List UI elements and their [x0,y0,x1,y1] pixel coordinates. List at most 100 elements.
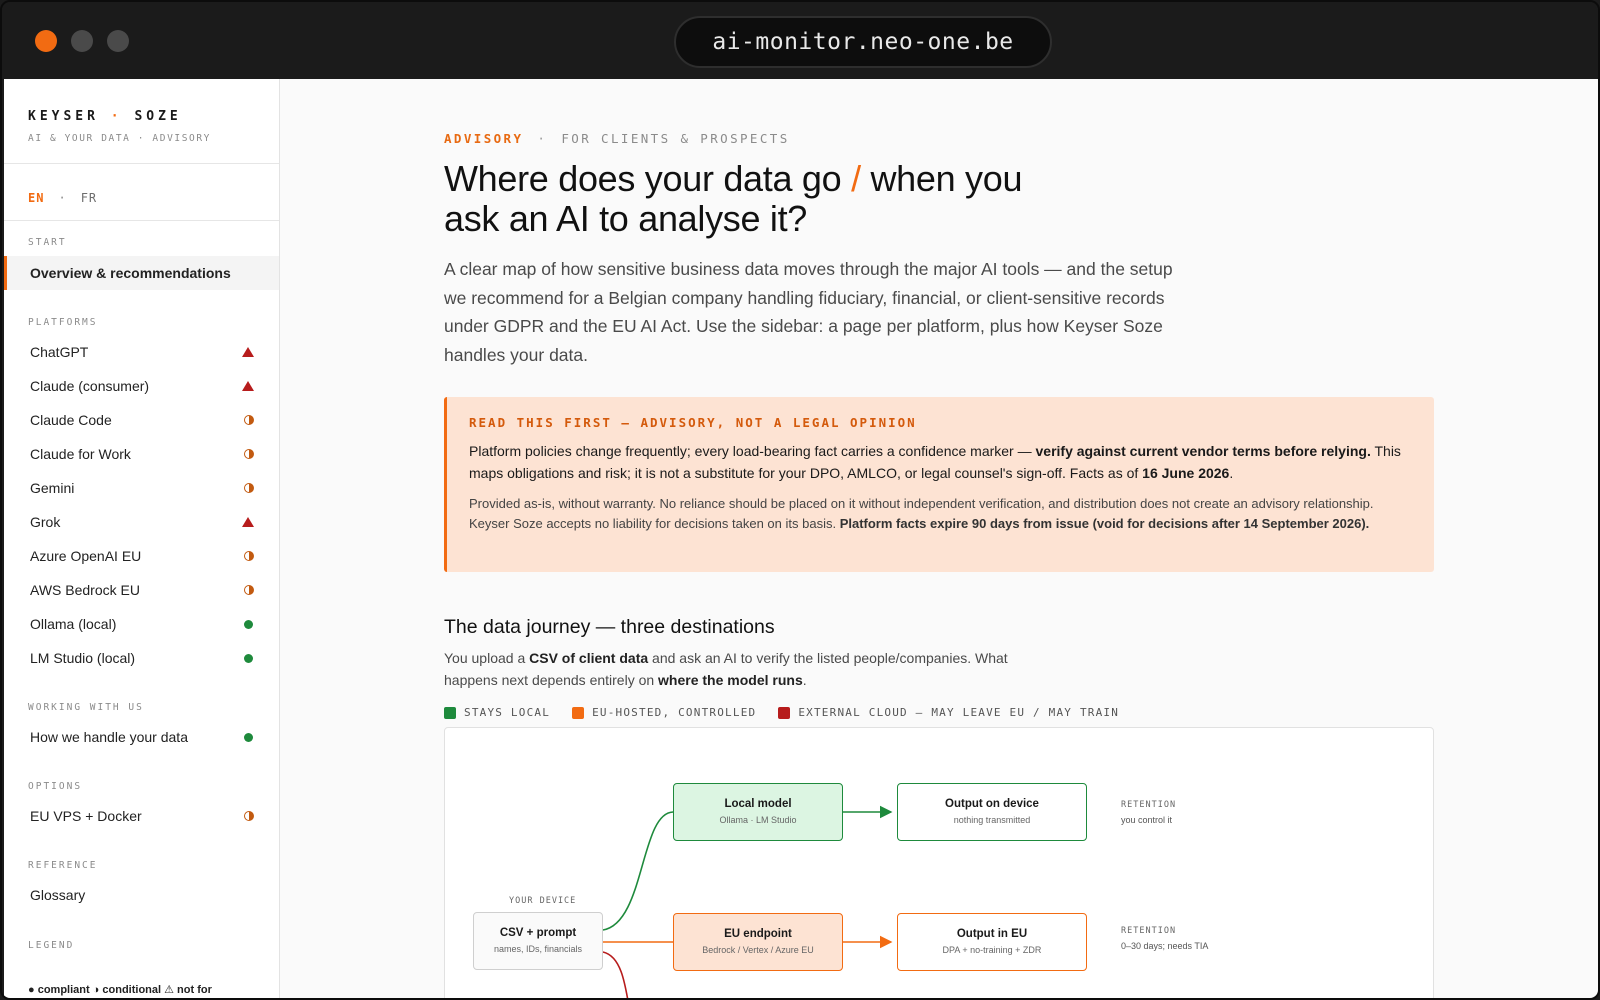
callout-fine-print: Provided as-is, without warranty. No rel… [469,494,1412,534]
sidebar-divider [4,163,279,164]
sidebar-item-label: Ollama (local) [30,616,117,632]
half-circle-icon [244,449,254,459]
sidebar-item-label: Grok [30,514,61,530]
section-label-legend: LEGEND [28,940,75,951]
sidebar-divider [4,220,279,221]
node-source: CSV + prompt names, IDs, financials [473,912,603,970]
eyebrow-tag: ADVISORY [444,131,524,146]
node-eu-output: Output in EU DPA + no-training + ZDR [897,913,1087,971]
lang-fr[interactable]: FR [81,191,97,205]
retention-label: RETENTION [1121,926,1177,936]
legend-item-local: STAYS LOCAL [444,706,550,719]
legend-item-eu: EU-HOSTED, CONTROLLED [572,706,756,719]
legend-item-external: EXTERNAL CLOUD — MAY LEAVE EU / MAY TRAI… [778,706,1119,719]
retention-value: you control it [1121,815,1173,825]
sidebar-item-overview[interactable]: Overview & recommendations [4,256,279,290]
section-label-options: OPTIONS [28,781,83,792]
node-subtitle: DPA + no-training + ZDR [942,945,1042,955]
sidebar-item-label: Gemini [30,480,75,496]
warning-icon [242,381,254,391]
node-eu-endpoint: EU endpoint Bedrock / Vertex / Azure EU [673,913,843,971]
window-titlebar: ai-monitor.neo-one.be [2,2,1598,79]
sidebar-item-label: AWS Bedrock EU [30,582,140,598]
fine-print-emphasis: Platform facts expire 90 days from issue… [839,516,1370,531]
legend-swatch [572,706,585,719]
intro-text: You upload a [444,650,530,666]
sidebar-item-aws-bedrock-eu[interactable]: AWS Bedrock EU [4,573,279,607]
legend-label: STAYS LOCAL [464,706,551,719]
page-title: Where does your data go / when you ask a… [444,159,1084,239]
brand-left: KEYSER [28,109,99,124]
sidebar-item-label: Claude (consumer) [30,378,150,394]
sidebar-item-label: How we handle your data [30,729,188,745]
connector-external [602,951,629,998]
language-switcher: EN · FR [28,191,97,205]
retention-label: RETENTION [1121,800,1177,810]
brand-subtitle: AI & YOUR DATA · ADVISORY [28,133,211,144]
sidebar-item-azure-openai-eu[interactable]: Azure OpenAI EU [4,539,279,573]
check-dot-icon [244,620,253,629]
sidebar-item-eu-vps-docker[interactable]: EU VPS + Docker [4,799,279,833]
node-title: EU endpoint [724,928,792,940]
node-title: Output in EU [956,928,1028,940]
sidebar-item-claude-code[interactable]: Claude Code [4,403,279,437]
sidebar-item-glossary[interactable]: Glossary [4,878,279,912]
section-label-start: START [28,237,67,248]
close-window-button[interactable] [35,30,57,52]
callout-text: . [1229,465,1234,481]
warning-icon [242,517,254,527]
node-subtitle: names, IDs, financials [493,944,583,954]
sidebar-item-lm-studio-local[interactable]: LM Studio (local) [4,641,279,675]
half-circle-icon [244,483,254,493]
data-journey-diagram: YOUR DEVICE CSV + prompt names, IDs, fin… [444,727,1434,998]
minimize-window-button[interactable] [71,30,93,52]
title-slash: / [851,158,861,199]
brand-right: SOZE [134,109,182,124]
sidebar-item-label: Glossary [30,887,86,903]
check-dot-icon [244,654,253,663]
destination-legend: STAYS LOCAL EU-HOSTED, CONTROLLED EXTERN… [444,706,1119,719]
lang-en[interactable]: EN [28,191,44,205]
sidebar-item-claude-consumer[interactable]: Claude (consumer) [4,369,279,403]
half-circle-icon [244,811,254,821]
eyebrow-separator: · [537,131,548,146]
status-legend: ● compliant ◑ conditional ⚠ not for [28,984,212,996]
warning-icon [242,347,254,357]
section-label-reference: REFERENCE [28,860,98,871]
node-title: Local model [724,798,792,810]
sidebar-item-label: ChatGPT [30,344,89,360]
intro-emphasis: CSV of client data [529,650,649,666]
page-lede: A clear map of how sensitive business da… [444,259,1173,365]
sidebar-item-gemini[interactable]: Gemini [4,471,279,505]
legend-label: EU-HOSTED, CONTROLLED [592,706,757,719]
url-bar[interactable]: ai-monitor.neo-one.be [674,16,1052,68]
disclaimer-callout: READ THIS FIRST — ADVISORY, NOT A LEGAL … [444,397,1434,572]
node-local-output: Output on device nothing transmitted [897,783,1087,841]
sidebar-item-data-handling[interactable]: How we handle your data [4,720,279,754]
legend-label: EXTERNAL CLOUD — MAY LEAVE EU / MAY TRAI… [798,706,1120,719]
sidebar-item-chatgpt[interactable]: ChatGPT [4,335,279,369]
intro-emphasis: where the model runs [658,672,803,688]
sidebar-item-label: EU VPS + Docker [30,808,142,824]
node-subtitle: nothing transmitted [953,815,1031,825]
title-part-1: Where does your data go [444,158,842,199]
legend-swatch [778,706,791,719]
device-label: YOUR DEVICE [509,896,577,906]
sidebar: KEYSER · SOZE AI & YOUR DATA · ADVISORY … [4,79,280,998]
retention-value: 0–30 days; needs TIA [1121,941,1209,951]
sidebar-item-grok[interactable]: Grok [4,505,279,539]
node-local-model: Local model Ollama · LM Studio [673,783,843,841]
sidebar-item-ollama-local[interactable]: Ollama (local) [4,607,279,641]
half-circle-icon [244,585,254,595]
page-eyebrow: ADVISORY · FOR CLIENTS & PROSPECTS [444,131,790,146]
sidebar-item-label: Overview & recommendations [30,265,231,281]
intro-text: . [802,672,807,688]
main-content: ADVISORY · FOR CLIENTS & PROSPECTS Where d… [280,79,1598,998]
half-circle-icon [244,551,254,561]
connector-local [602,811,674,931]
maximize-window-button[interactable] [107,30,129,52]
sidebar-item-claude-for-work[interactable]: Claude for Work [4,437,279,471]
callout-heading: READ THIS FIRST — ADVISORY, NOT A LEGAL … [469,415,917,430]
sidebar-item-label: Claude Code [30,412,112,428]
brand-logo[interactable]: KEYSER · SOZE [28,109,182,124]
